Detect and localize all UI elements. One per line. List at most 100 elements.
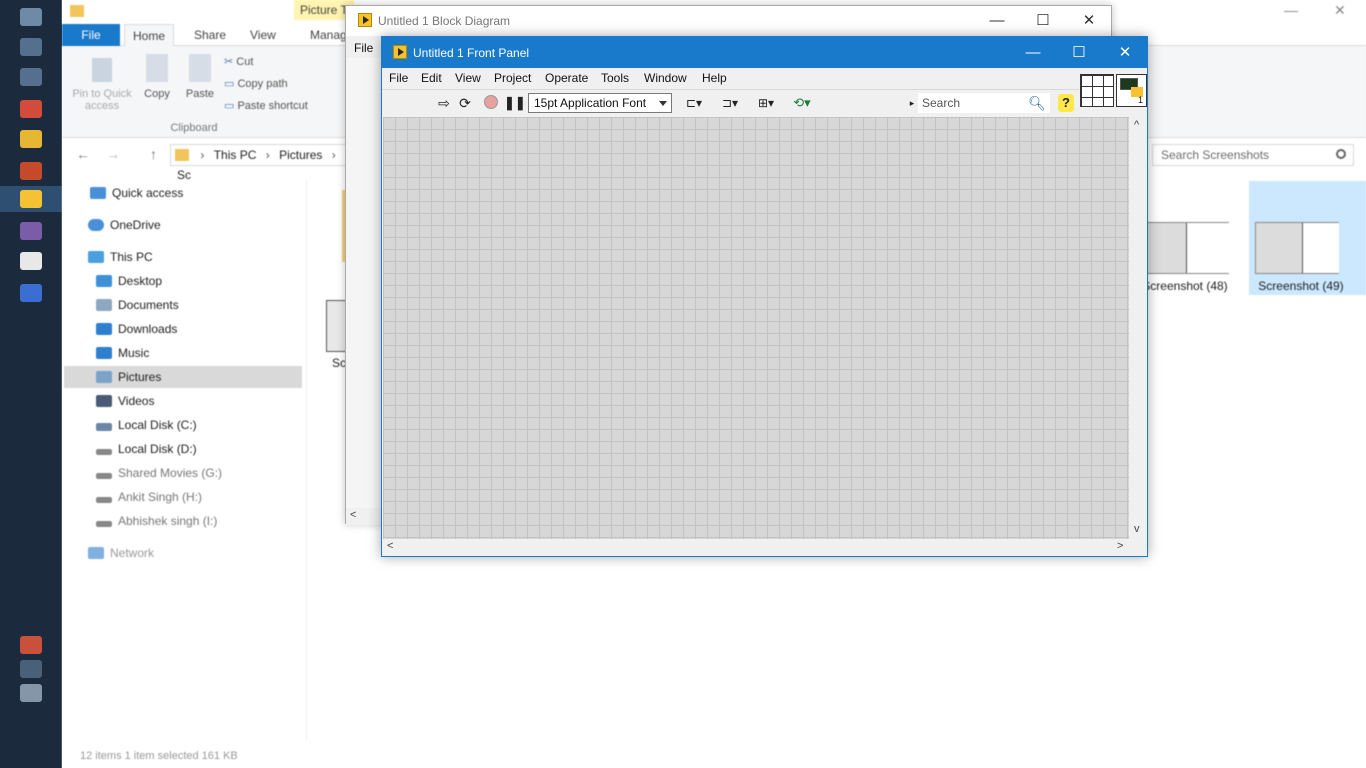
scroll-left-icon[interactable]: < xyxy=(387,540,393,552)
nav-documents[interactable]: Documents xyxy=(96,294,179,316)
back-arrow-icon[interactable]: ← xyxy=(76,146,90,162)
distribute-objects-icon[interactable]: ⊐▾ xyxy=(716,94,744,112)
copy-path-label: Copy path xyxy=(237,78,288,90)
scroll-down-icon[interactable]: v xyxy=(1134,523,1140,535)
start-icon[interactable] xyxy=(20,8,42,26)
tab-file[interactable]: File xyxy=(62,24,120,46)
star-icon xyxy=(90,187,106,199)
close-button[interactable]: ✕ xyxy=(1066,6,1112,36)
labview-taskbar-icon[interactable] xyxy=(20,190,42,208)
explorer-search-input[interactable]: Search Screenshots xyxy=(1152,144,1354,166)
paste-button[interactable]: Paste xyxy=(180,54,220,100)
maximize-button[interactable]: ☐ xyxy=(1056,37,1102,68)
horizontal-scrollbar[interactable]: < > xyxy=(383,539,1130,556)
run-continuously-icon[interactable]: ⟳ xyxy=(456,94,474,112)
chrome-icon[interactable] xyxy=(20,100,42,118)
pin-quick-access-button[interactable]: Pin to Quick access xyxy=(64,58,140,112)
menu-project[interactable]: Project xyxy=(494,68,531,88)
file-thumbnail-48[interactable] xyxy=(1145,222,1229,274)
nav-network[interactable]: Network xyxy=(88,542,154,564)
nav-drive-i[interactable]: Abhishek singh (I:) xyxy=(96,510,217,532)
front-panel-window[interactable]: Untitled 1 Front Panel — ☐ ✕ File Edit V… xyxy=(381,36,1148,557)
clipboard-group-label: Clipboard xyxy=(170,122,218,134)
context-help-icon[interactable]: ? xyxy=(1058,94,1074,112)
close-button[interactable]: ✕ xyxy=(1102,37,1148,68)
nav-music[interactable]: Music xyxy=(96,342,149,364)
notepad-icon[interactable] xyxy=(20,252,42,270)
explorer-close-button[interactable]: ✕ xyxy=(1334,2,1346,19)
vertical-scrollbar[interactable]: ^ v xyxy=(1130,117,1147,539)
reorder-icon[interactable]: ⟲▾ xyxy=(788,94,816,112)
align-objects-icon[interactable]: ⊏▾ xyxy=(680,94,708,112)
scroll-left-icon[interactable]: < xyxy=(350,509,356,521)
menu-help[interactable]: Help xyxy=(702,68,727,88)
pause-icon[interactable]: ❚❚ xyxy=(504,94,526,112)
nav-quick-access[interactable]: Quick access xyxy=(90,182,183,204)
tab-share[interactable]: Share xyxy=(186,24,234,46)
nav-desktop[interactable]: Desktop xyxy=(96,270,162,292)
font-select[interactable]: 15pt Application Font xyxy=(528,93,672,113)
menu-view[interactable]: View xyxy=(455,68,481,88)
forward-arrow-icon[interactable]: → xyxy=(106,146,120,162)
nav-pictures[interactable]: Pictures xyxy=(96,366,161,388)
tray-icon[interactable] xyxy=(20,660,42,678)
nav-label: OneDrive xyxy=(110,218,161,232)
front-panel-canvas[interactable] xyxy=(383,117,1129,539)
minimize-button[interactable]: — xyxy=(1010,37,1056,68)
breadcrumb-pictures[interactable]: Pictures xyxy=(279,148,322,162)
drive-icon xyxy=(96,497,112,503)
task-view-icon[interactable] xyxy=(20,68,42,86)
breadcrumb-this-pc[interactable]: This PC xyxy=(214,148,257,162)
menu-file[interactable]: File xyxy=(389,68,408,88)
app-icon[interactable] xyxy=(20,162,42,180)
search-icon[interactable] xyxy=(20,38,42,56)
block-diagram-hscroll[interactable]: < xyxy=(346,508,382,525)
menu-file[interactable]: File xyxy=(354,38,373,58)
abort-execution-icon[interactable] xyxy=(482,94,500,112)
scroll-right-icon[interactable]: > xyxy=(1117,540,1123,552)
explorer-icon[interactable] xyxy=(20,130,42,148)
app-icon[interactable] xyxy=(20,222,42,240)
maximize-button[interactable]: ☐ xyxy=(1020,6,1066,36)
tab-home[interactable]: Home xyxy=(124,24,175,46)
tray-icon[interactable] xyxy=(20,636,42,654)
run-arrow-icon[interactable]: ⇨ xyxy=(436,94,452,112)
menu-window[interactable]: Window xyxy=(644,68,687,88)
up-arrow-icon[interactable]: ↑ xyxy=(150,146,157,162)
front-panel-titlebar[interactable]: Untitled 1 Front Panel — ☐ ✕ xyxy=(382,37,1147,68)
connector-pane[interactable] xyxy=(1080,74,1114,107)
file-thumbnail-49[interactable] xyxy=(1255,222,1339,274)
menu-edit[interactable]: Edit xyxy=(421,68,442,88)
nav-downloads[interactable]: Downloads xyxy=(96,318,177,340)
resize-objects-icon[interactable]: ⊞▾ xyxy=(752,94,780,112)
nav-drive-h[interactable]: Ankit Singh (H:) xyxy=(96,486,202,508)
nav-onedrive[interactable]: OneDrive xyxy=(88,214,161,236)
cut-button[interactable]: ✂ Cut xyxy=(224,55,253,68)
nav-drive-g[interactable]: Shared Movies (G:) xyxy=(96,462,222,484)
nav-this-pc[interactable]: This PC xyxy=(88,246,153,268)
search-expand-icon[interactable]: ▸ xyxy=(908,94,916,112)
block-diagram-canvas[interactable] xyxy=(346,58,382,508)
minimize-button[interactable]: — xyxy=(974,6,1020,36)
paste-shortcut-button[interactable]: ▭ Paste shortcut xyxy=(224,99,308,112)
menu-tools[interactable]: Tools xyxy=(601,68,629,88)
address-bar[interactable]: › This PC › Pictures › Sc xyxy=(170,144,350,182)
word-icon[interactable] xyxy=(20,284,42,302)
search-icon[interactable]: 🔍︎ xyxy=(1028,94,1046,112)
block-diagram-titlebar[interactable]: Untitled 1 Block Diagram — ☐ ✕ xyxy=(346,6,1111,36)
chevron-right-icon: › xyxy=(331,148,336,162)
paste-shortcut-label: Paste shortcut xyxy=(237,100,308,112)
explorer-minimize-button[interactable]: — xyxy=(1284,2,1298,18)
videos-icon xyxy=(96,395,112,407)
nav-drive-d[interactable]: Local Disk (D:) xyxy=(96,438,197,460)
scroll-up-icon[interactable]: ^ xyxy=(1134,119,1139,131)
copy-button[interactable]: Copy xyxy=(140,54,174,100)
vi-icon[interactable]: 1 xyxy=(1116,74,1147,107)
menu-operate[interactable]: Operate xyxy=(545,68,588,88)
copy-path-button[interactable]: ▭ Copy path xyxy=(224,77,288,90)
chevron-right-icon: › xyxy=(200,148,205,162)
nav-drive-c[interactable]: Local Disk (C:) xyxy=(96,414,197,436)
tab-view[interactable]: View xyxy=(242,24,284,46)
nav-videos[interactable]: Videos xyxy=(96,390,154,412)
notification-icon[interactable] xyxy=(20,684,42,702)
